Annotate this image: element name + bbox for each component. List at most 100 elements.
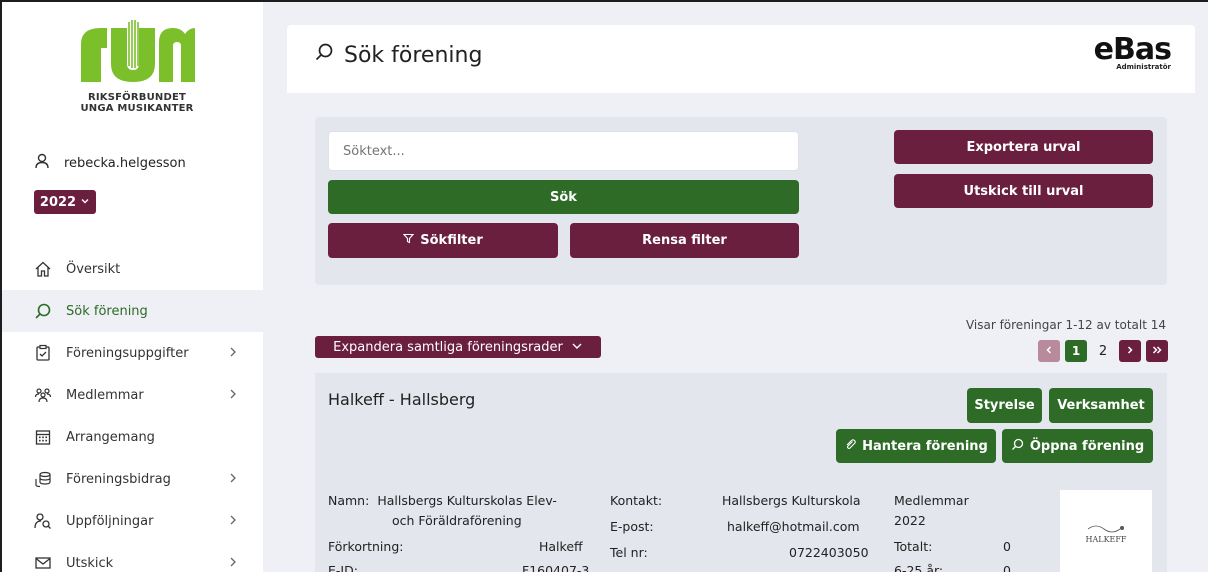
- chevron-down-icon: [80, 195, 90, 210]
- mailout-selection-button[interactable]: Utskick till urval: [894, 174, 1153, 208]
- sidebar-item-arrangemang[interactable]: Arrangemang: [2, 416, 263, 458]
- contact-value: Hallsbergs Kulturskola: [722, 493, 861, 508]
- expand-all-label: Expandera samtliga föreningsrader: [333, 339, 563, 355]
- logo-text-line-1: RIKSFÖRBUNDET: [87, 92, 187, 103]
- search-filter-button[interactable]: Sökfilter: [328, 223, 558, 258]
- ebas-logo: eBas Administratör: [1093, 32, 1172, 72]
- eid-value: F160407-3: [522, 563, 590, 572]
- export-selection-button[interactable]: Exportera urval: [894, 130, 1153, 164]
- double-chevron-right-icon: [1152, 344, 1162, 358]
- open-association-button[interactable]: Öppna förening: [1002, 429, 1153, 463]
- sidebar-item-label: Uppföljningar: [66, 513, 154, 529]
- chevron-right-icon: [229, 556, 237, 572]
- year-selector[interactable]: 2022: [34, 190, 96, 214]
- association-name-row: Namn: Hallsbergs Kulturskolas Elev-: [328, 490, 557, 512]
- page-header: Sök förening eBas Administratör: [287, 25, 1195, 93]
- people-icon: [34, 386, 52, 404]
- calendar-icon: [34, 428, 52, 446]
- chevron-down-icon: [571, 340, 583, 355]
- search-filter-label: Sökfilter: [420, 233, 483, 248]
- user-profile[interactable]: rebecka.helgesson: [34, 153, 186, 173]
- chevron-left-icon: [1045, 344, 1053, 358]
- board-button[interactable]: Styrelse: [967, 388, 1042, 423]
- prev-page-button[interactable]: [1038, 340, 1060, 362]
- chevron-right-icon: [229, 346, 237, 362]
- page-button[interactable]: 2: [1092, 340, 1114, 362]
- user-search-icon: [34, 512, 52, 530]
- association-logo-text: HALKEFF: [1085, 534, 1127, 544]
- association-card: Halkeff - Hallsberg Styrelse Verksamhet …: [315, 373, 1167, 572]
- search-icon: [314, 42, 334, 68]
- eid-label: E-ID:: [328, 563, 358, 572]
- pager-info: Visar föreningar 1-12 av totalt 14: [965, 318, 1166, 332]
- phone-label: Tel nr:: [610, 545, 648, 560]
- activity-button[interactable]: Verksamhet: [1049, 388, 1153, 423]
- search-icon: [34, 302, 52, 320]
- logo-text-line-2: UNGA MUSIKANTER: [80, 103, 194, 114]
- manage-association-button[interactable]: Hantera förening: [836, 429, 996, 463]
- page-number: 1: [1071, 344, 1081, 358]
- phone-value: 0722403050: [789, 545, 869, 560]
- search-button[interactable]: Sök: [328, 180, 799, 214]
- activity-label: Verksamhet: [1057, 398, 1145, 413]
- mail-icon: [34, 554, 52, 572]
- chevron-right-icon: [229, 388, 237, 404]
- sidebar-item-foreningsbidrag[interactable]: Föreningsbidrag: [2, 458, 263, 500]
- abbr-value: Halkeff: [539, 539, 583, 554]
- sidebar: RIKSFÖRBUNDET UNGA MUSIKANTER rebecka.he…: [2, 2, 263, 572]
- org-logo[interactable]: RIKSFÖRBUNDET UNGA MUSIKANTER: [74, 20, 200, 120]
- sidebar-item-uppfoljningar[interactable]: Uppföljningar: [2, 500, 263, 542]
- association-title: Halkeff - Hallsberg: [328, 390, 476, 409]
- name-label: Namn:: [328, 493, 370, 508]
- clear-filter-label: Rensa filter: [642, 233, 727, 248]
- year-value: 2022: [39, 194, 77, 210]
- last-page-button[interactable]: [1146, 340, 1168, 362]
- age-value: 0: [1003, 563, 1011, 572]
- total-label: Totalt:: [894, 539, 933, 554]
- sidebar-item-label: Sök förening: [66, 303, 148, 319]
- sidebar-item-utskick[interactable]: Utskick: [2, 542, 263, 572]
- open-association-label: Öppna förening: [1029, 438, 1145, 454]
- chevron-right-icon: [1126, 344, 1134, 358]
- sidebar-item-medlemmar[interactable]: Medlemmar: [2, 374, 263, 416]
- total-value: 0: [1003, 539, 1011, 554]
- page-button-current[interactable]: 1: [1065, 340, 1087, 362]
- page-number: 2: [1098, 343, 1108, 359]
- search-input[interactable]: [328, 131, 799, 171]
- sidebar-item-oversikt[interactable]: Översikt: [2, 248, 263, 290]
- export-selection-label: Exportera urval: [966, 139, 1081, 155]
- association-logo: HALKEFF: [1060, 490, 1152, 572]
- members-year: 2022: [894, 513, 926, 528]
- pagination: 1 2: [1038, 340, 1168, 362]
- email-value[interactable]: halkeff@hotmail.com: [727, 516, 860, 538]
- search-panel: Sök Sökfilter Rensa filter Exportera urv…: [315, 117, 1167, 285]
- sidebar-item-label: Utskick: [66, 555, 114, 571]
- email-label: E-post:: [610, 519, 654, 534]
- abbr-label: Förkortning:: [328, 539, 404, 554]
- sidebar-item-foreningsuppgifter[interactable]: Föreningsuppgifter: [2, 332, 263, 374]
- manage-association-label: Hantera förening: [862, 438, 988, 454]
- sidebar-item-label: Översikt: [66, 261, 121, 277]
- clipboard-icon: [34, 344, 52, 362]
- sidebar-item-label: Medlemmar: [66, 387, 144, 403]
- brand-name: eBas: [1093, 32, 1172, 67]
- user-icon: [34, 153, 50, 173]
- chevron-right-icon: [229, 514, 237, 530]
- page-title: Sök förening: [314, 42, 482, 68]
- sidebar-item-label: Föreningsbidrag: [66, 471, 171, 487]
- paperclip-icon: [844, 438, 856, 454]
- user-name: rebecka.helgesson: [64, 155, 186, 171]
- name-value-line-1: Hallsbergs Kulturskolas Elev-: [377, 493, 557, 508]
- coins-icon: [34, 470, 52, 488]
- members-label: Medlemmar: [894, 493, 969, 508]
- expand-all-button[interactable]: Expandera samtliga föreningsrader: [315, 336, 601, 358]
- filter-icon: [403, 233, 415, 248]
- next-page-button[interactable]: [1119, 340, 1141, 362]
- contact-label: Kontakt:: [610, 493, 663, 508]
- sidebar-nav: Översikt Sök förening Föreningsuppgifter…: [2, 248, 263, 572]
- rum-logo-icon: [81, 20, 195, 82]
- sidebar-item-sok-forening[interactable]: Sök förening: [2, 290, 263, 332]
- home-icon: [34, 260, 52, 278]
- age-label: 6-25 år:: [894, 563, 944, 572]
- clear-filter-button[interactable]: Rensa filter: [570, 223, 799, 258]
